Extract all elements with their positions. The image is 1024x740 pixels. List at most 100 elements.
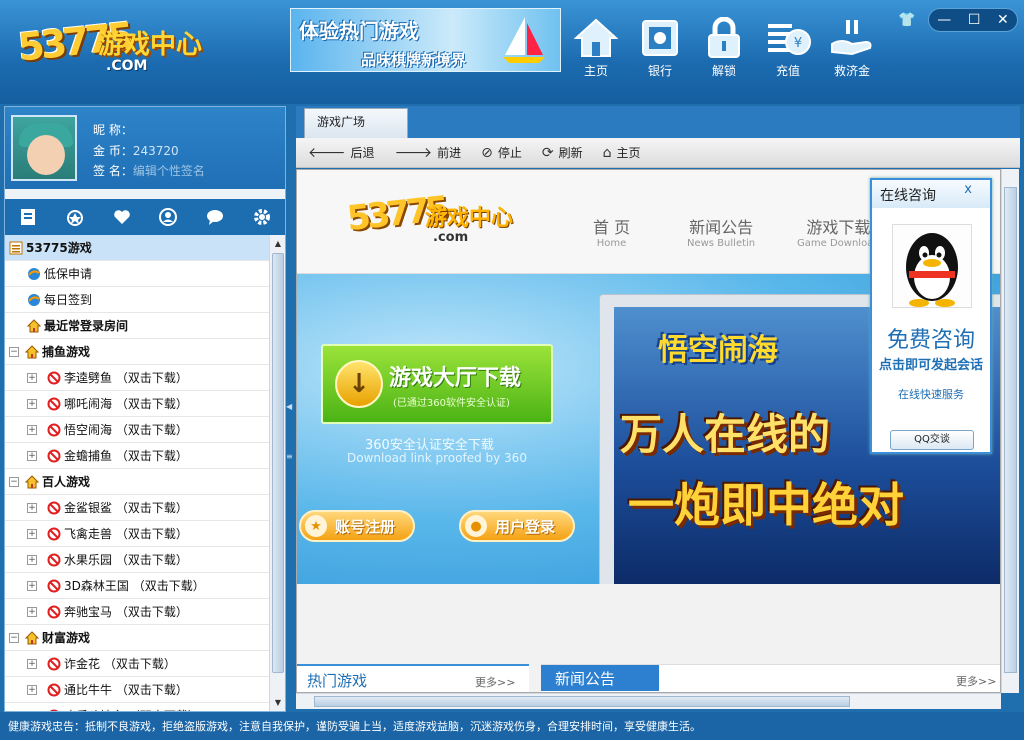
tree-item[interactable]: + 哪吒闹海 （双击下载）: [5, 391, 269, 417]
download-lobby-button[interactable]: ↓ 游戏大厅下载 (已通过360软件安全认证): [321, 344, 553, 424]
home-icon: ⌂: [602, 144, 612, 161]
user-profile: 昵 称： 金 币：243720 签 名：编辑个性签名: [5, 107, 285, 189]
tree-item[interactable]: + 诈金花 （双击下载）: [5, 651, 269, 677]
tree-item[interactable]: + 金蟾捕鱼 （双击下载）: [5, 443, 269, 469]
tree-item-label: 53775游戏: [26, 241, 92, 255]
expand-icon[interactable]: +: [27, 606, 37, 617]
tab-strip: 游戏广场: [296, 106, 1020, 138]
lock-icon: [708, 17, 740, 58]
tree-item[interactable]: + 欢乐斗地主 （双击下载）: [5, 703, 269, 711]
hot-games-more-link[interactable]: 更多>>: [475, 674, 515, 690]
globe-icon: [27, 267, 41, 281]
tree-item[interactable]: +3D森林王国 （双击下载）: [5, 573, 269, 599]
forbidden-icon: [47, 709, 61, 711]
tree-item[interactable]: − 百人游戏: [5, 469, 269, 495]
expand-icon[interactable]: +: [27, 450, 37, 461]
tree-item[interactable]: − 捕鱼游戏: [5, 339, 269, 365]
heart-icon[interactable]: [112, 207, 132, 227]
web-horizontal-scrollbar[interactable]: [296, 693, 1001, 709]
tree-item[interactable]: 每日签到: [5, 287, 269, 313]
news-more-link[interactable]: 更多>>: [956, 673, 996, 689]
forward-button[interactable]: 🡒 前进: [395, 144, 462, 161]
expand-icon[interactable]: +: [27, 710, 37, 711]
expand-icon[interactable]: +: [27, 424, 37, 435]
nav-unlock-button[interactable]: 解锁: [696, 16, 752, 78]
nav-recharge-button[interactable]: ¥ 充值: [760, 16, 816, 78]
qq-chat-button[interactable]: QQ交谈: [890, 430, 974, 450]
logo-domain: .COM: [106, 58, 148, 74]
tree-item-label: 水果乐园 （双击下载）: [64, 553, 188, 567]
minimize-icon[interactable]: —: [937, 12, 951, 28]
nav-bank-button[interactable]: 银行: [632, 16, 688, 78]
expand-icon[interactable]: +: [27, 398, 37, 409]
nav-home-button[interactable]: 主页: [568, 16, 624, 78]
expand-icon[interactable]: +: [27, 684, 37, 695]
tree-item[interactable]: + 飞禽走兽 （双击下载）: [5, 521, 269, 547]
avatar[interactable]: [11, 115, 77, 181]
tab-game-plaza[interactable]: 游戏广场: [304, 108, 408, 138]
expand-icon[interactable]: +: [27, 580, 37, 591]
expand-icon[interactable]: +: [27, 372, 37, 383]
expand-icon[interactable]: +: [27, 658, 37, 669]
tree-item[interactable]: + 通比牛牛 （双击下载）: [5, 677, 269, 703]
site-nav-download[interactable]: 游戏下载 Game Download: [797, 214, 880, 249]
tree-item[interactable]: + 李逵劈鱼 （双击下载）: [5, 365, 269, 391]
close-icon[interactable]: ✕: [997, 12, 1009, 28]
download-arrow-icon: ↓: [335, 360, 383, 408]
web-vertical-scrollbar[interactable]: [1001, 169, 1019, 693]
house-icon: [25, 474, 39, 489]
user-icon: ●: [465, 515, 487, 537]
site-nav-home[interactable]: 首 页 Home: [593, 214, 630, 249]
tree-item[interactable]: − 财富游戏: [5, 625, 269, 651]
user-search-icon[interactable]: [158, 207, 178, 227]
tree-item-label: 哪吒闹海 （双击下载）: [64, 397, 188, 411]
collapse-icon[interactable]: −: [9, 632, 19, 643]
medal-icon[interactable]: [65, 207, 85, 227]
skin-icon[interactable]: 👕: [898, 12, 915, 28]
tree-item-label: 奔驰宝马 （双击下载）: [64, 605, 188, 619]
signature-edit[interactable]: 编辑个性签名: [133, 164, 205, 178]
collapse-icon[interactable]: −: [9, 346, 19, 357]
stop-button[interactable]: ⊘ 停止: [481, 144, 522, 161]
tree-item[interactable]: + 水果乐园 （双击下载）: [5, 547, 269, 573]
tree-item-label: 诈金花 （双击下载）: [64, 657, 176, 671]
expand-icon[interactable]: +: [27, 554, 37, 565]
tree-item[interactable]: 低保申请: [5, 261, 269, 287]
site-nav-news[interactable]: 新闻公告 News Bulletin: [687, 214, 755, 249]
collapse-icon[interactable]: −: [9, 476, 19, 487]
consult-close-icon[interactable]: x: [964, 182, 972, 197]
tree-item[interactable]: + 悟空闹海 （双击下载）: [5, 417, 269, 443]
tree-item-label: 百人游戏: [42, 475, 91, 489]
gear-icon[interactable]: [252, 207, 272, 227]
panel-splitter[interactable]: ◀ ≡: [286, 106, 294, 712]
chat-icon[interactable]: [205, 207, 225, 227]
register-button[interactable]: ★ 账号注册: [299, 510, 415, 542]
document-icon[interactable]: [18, 207, 38, 227]
forward-arrow-icon: 🡒: [394, 145, 433, 161]
refresh-button[interactable]: ⟳ 刷新: [542, 144, 583, 161]
ad-banner[interactable]: 体验热门游戏 品味棋牌新境界: [290, 8, 561, 72]
toolbar-home-button[interactable]: ⌂ 主页: [603, 144, 641, 161]
site-logo[interactable]: 53775 游戏中心 .com: [345, 188, 537, 258]
house-icon: [25, 630, 39, 645]
back-arrow-icon: 🡐: [308, 145, 346, 161]
start-chat-text: 点击即可发起会话: [878, 358, 983, 373]
hand-coin-icon: [831, 20, 872, 56]
expand-icon[interactable]: +: [27, 502, 37, 513]
tree-item[interactable]: 最近常登录房间: [5, 313, 269, 339]
tree-item[interactable]: + 奔驰宝马 （双击下载）: [5, 599, 269, 625]
maximize-icon[interactable]: ☐: [968, 12, 981, 28]
window-controls: — ☐ ✕: [928, 8, 1018, 32]
expand-icon[interactable]: +: [27, 528, 37, 539]
nav-relief-button[interactable]: 救济金: [824, 16, 880, 78]
back-button[interactable]: 🡐 后退: [308, 144, 375, 161]
coins-value: 243720: [132, 144, 179, 158]
game-tree: 53775游戏 低保申请 每日签到 最近常登录房间 − 捕鱼游戏 + 李逵劈鱼 （双击下载） +…: [5, 235, 269, 711]
tree-item[interactable]: 53775游戏: [5, 235, 269, 261]
star-icon: ★: [305, 515, 327, 537]
login-button[interactable]: ● 用户登录: [459, 510, 575, 542]
forbidden-icon: [47, 683, 61, 697]
free-consult-text: 免费咨询: [886, 328, 975, 353]
tree-item[interactable]: + 金鲨银鲨 （双击下载）: [5, 495, 269, 521]
tree-scrollbar[interactable]: ▲ ▼: [269, 235, 285, 711]
